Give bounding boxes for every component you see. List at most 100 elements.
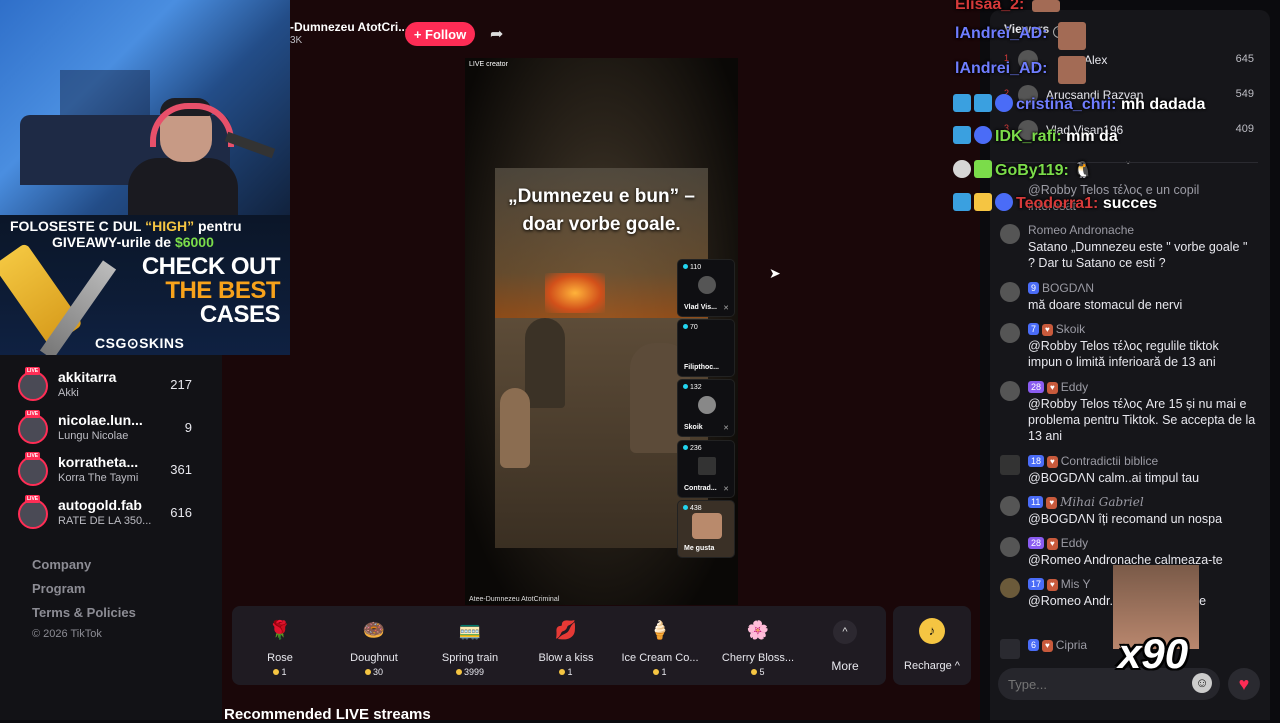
chat-username[interactable]: 28 ♥ Eddy: [1028, 536, 1088, 550]
gift-rose[interactable]: 🌹 Rose 1: [232, 606, 328, 685]
live-creator-item[interactable]: LIVE korratheta... Korra The Taymi 361: [18, 452, 198, 492]
door-icon: [1000, 639, 1020, 659]
live-creator-item[interactable]: LIVE nicolae.lun... Lungu Nicolae 9: [18, 410, 198, 450]
robot-icon: [974, 126, 992, 144]
chat-username[interactable]: 6 ♥ Cipria: [1028, 638, 1087, 652]
avatar: [1000, 282, 1020, 302]
viewer-score: 645: [1235, 53, 1254, 65]
gift-icon: [974, 160, 992, 178]
avatar: [692, 513, 722, 539]
emoji-icon[interactable]: ☺: [1192, 673, 1212, 693]
level-badge: 7: [1028, 323, 1040, 335]
gift-price: 30: [326, 667, 422, 677]
overlay-chat-line: cristina_chri: mh dadada: [953, 94, 1205, 114]
guest-name: Filipthoc...: [684, 364, 719, 371]
viewer-count: 217: [170, 377, 192, 392]
guest-name: Me gusta: [684, 545, 715, 552]
recharge-label: Recharge ^: [904, 660, 960, 672]
chat-text: @Robby Telos τέλος Are 15 și nu mai e pr…: [1028, 397, 1256, 443]
video-watermark: Atee-Dumnezeu AtotCriminal: [469, 596, 560, 603]
chat-username[interactable]: 9 BOGDΛN: [1028, 281, 1094, 295]
chevron-up-icon: ^: [833, 620, 857, 644]
chat-username[interactable]: Romeo Andronache: [1028, 223, 1134, 237]
chat-username[interactable]: 17 ♥ Mis Y: [1028, 577, 1091, 591]
viewer-name: Alex: [1084, 53, 1108, 67]
gift-name: Rose: [267, 652, 293, 664]
more-label: More: [831, 659, 859, 673]
chat-username[interactable]: 7 ♥ Skoik: [1028, 322, 1085, 336]
creator-subtitle: Akki: [58, 387, 79, 399]
footer-link-terms[interactable]: Terms & Policies: [32, 605, 136, 620]
overlay-chat-line: GoBy119: 🐧: [953, 160, 1093, 180]
overlay-chat-line: lAndrei_AD:: [955, 25, 1048, 42]
guest-tile[interactable]: 110 Vlad Vis... ✕: [678, 260, 734, 316]
gift-blow-a-kiss[interactable]: 💋 Blow a kiss 1: [518, 606, 614, 685]
live-badge: LIVE: [25, 410, 41, 418]
live-badge: LIVE: [25, 367, 41, 375]
avatar: [698, 396, 716, 414]
viewer-count: 361: [170, 462, 192, 477]
cherry-blossom-icon: 🌸: [746, 620, 770, 640]
footer-link-company[interactable]: Company: [32, 557, 91, 572]
chat-text: mă doare stomacul de nervi: [1028, 298, 1183, 312]
promo-headline: CHECK OUT THE BEST CASES: [141, 253, 281, 328]
viewer-count: 616: [170, 505, 192, 520]
chat-username[interactable]: 28 ♥ Eddy: [1028, 380, 1088, 394]
guest-name: Skoik: [684, 424, 703, 431]
avatar: [698, 276, 716, 294]
doughnut-icon: 🍩: [362, 620, 386, 640]
follow-button[interactable]: + Follow: [405, 22, 475, 46]
chat-username[interactable]: 18 ♥ Contradictii biblice: [1028, 454, 1158, 468]
level-badge: 11: [1028, 496, 1044, 508]
guest-tile[interactable]: 132 Skoik ✕: [678, 380, 734, 436]
robot-icon: [995, 193, 1013, 211]
emote-icon: [1032, 0, 1060, 12]
ice-cream-icon: 🍦: [648, 620, 672, 640]
gift-bar: 🌹 Rose 1 🍩 Doughnut 30 🚃 Spring train 39…: [232, 606, 886, 685]
gift-ice-cream[interactable]: 🍦 Ice Cream Co... 1: [612, 606, 708, 685]
live-creator-tag: LIVE creator: [469, 61, 508, 68]
avatar: [18, 414, 48, 444]
chat-username[interactable]: 11 ♥ Mihai Gabriel: [1028, 495, 1144, 509]
chat-text: @BOGDΛN calm..ai timpul tau: [1028, 471, 1200, 485]
gift-name: Blow a kiss: [538, 652, 594, 664]
creator-subtitle: Korra The Taymi: [58, 472, 139, 484]
gift-doughnut[interactable]: 🍩 Doughnut 30: [326, 606, 422, 685]
heart-icon[interactable]: ♥: [1228, 668, 1260, 700]
emote-icon: [1058, 56, 1086, 84]
sponsor-logo: CSG⊙SKINS: [95, 335, 185, 351]
live-creator-item[interactable]: LIVE akkitarra Akki 217: [18, 367, 198, 407]
penguin-icon: 🐧: [1073, 162, 1094, 179]
more-gifts-button[interactable]: ^ More: [806, 612, 884, 682]
recharge-button[interactable]: ♪ Recharge ^: [893, 606, 971, 685]
video-fire: [545, 273, 605, 313]
badge-icon: [953, 126, 971, 144]
fan-heart-icon: ♥: [1047, 538, 1058, 550]
stream-creator-name[interactable]: -Dumnezeu AtotCri...: [290, 20, 408, 34]
gift-spring-train[interactable]: 🚃 Spring train 3999: [422, 606, 518, 685]
gift-price: 1: [612, 667, 708, 677]
rose-icon: 🌹: [268, 620, 292, 640]
guest-tile[interactable]: 438 Me gusta: [678, 501, 734, 557]
avatar: [1000, 381, 1020, 401]
creator-name: akkitarra: [58, 369, 117, 385]
video-soldier: [525, 318, 565, 408]
share-icon[interactable]: ➦: [490, 24, 503, 44]
video-caption: „Dumnezeu e bun” – doar vorbe goale.: [508, 186, 695, 235]
creator-subtitle: Lungu Nicolae: [58, 430, 129, 442]
level-badge: 18: [1028, 455, 1045, 467]
streamer-webcam-overlay: [0, 0, 290, 215]
footer-link-program[interactable]: Program: [32, 581, 85, 596]
guest-tile[interactable]: 236 Contrad... ✕: [678, 441, 734, 497]
avatar: [1000, 455, 1020, 475]
live-creator-item[interactable]: LIVE autogold.fab RATE DE LA 350... 616: [18, 495, 198, 535]
recommended-heading: Recommended LIVE streams: [224, 706, 431, 723]
fan-heart-icon: ♥: [1046, 497, 1058, 509]
avatar: [18, 371, 48, 401]
creator-subtitle: RATE DE LA 350...: [58, 515, 152, 527]
fan-heart-icon: ♥: [1042, 324, 1053, 336]
gift-cherry-blossom[interactable]: 🌸 Cherry Bloss... 5: [710, 606, 806, 685]
overlay-chat-line: Teodorra1: succes: [953, 193, 1157, 213]
chat-text: Satano „Dumnezeu este " vorbe goale " ? …: [1028, 240, 1248, 270]
guest-tile[interactable]: 70 Filipthoc...: [678, 320, 734, 376]
